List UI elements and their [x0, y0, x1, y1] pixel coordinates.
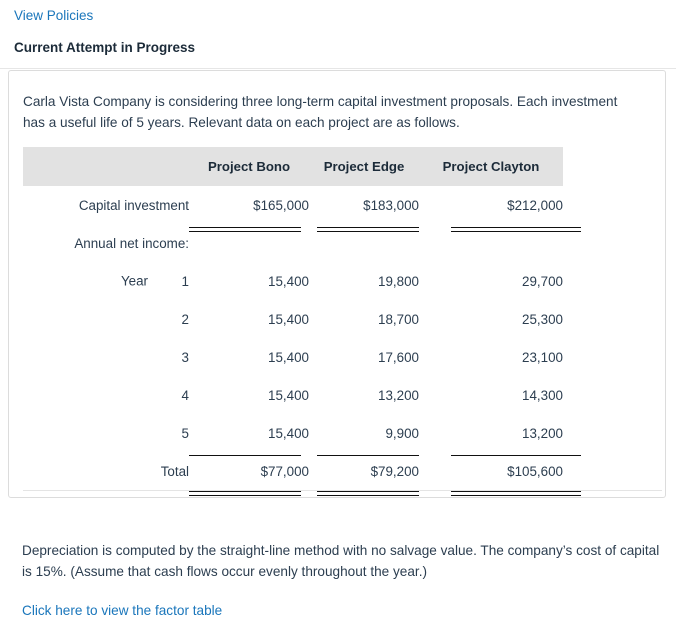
cell-empty-bono [189, 224, 309, 262]
table-row: Year 1 15,400 19,800 29,700 [23, 262, 662, 300]
cell-year4-bono: 15,400 [268, 387, 309, 403]
cell-year5-clayton: 13,200 [522, 425, 563, 441]
table-row: Annual net income: [23, 224, 662, 262]
table-row: 2 15,400 18,700 25,300 [23, 300, 662, 338]
cell-year1-bono: 15,400 [268, 273, 309, 289]
problem-intro-text: Carla Vista Company is considering three… [23, 94, 618, 130]
cell-year1-edge: 19,800 [378, 273, 419, 289]
cell-year2-edge: 18,700 [378, 311, 419, 327]
header-divider [0, 67, 676, 69]
column-header-project-clayton: Project Clayton [419, 147, 563, 186]
table-body: Capital investment $165,000 $183,000 $21… [23, 186, 662, 490]
table-row: 3 15,400 17,600 23,100 [23, 338, 662, 376]
year-number-label: 5 [181, 425, 189, 441]
cell-year4-clayton: 14,300 [522, 387, 563, 403]
cell-year1-clayton: 29,700 [522, 273, 563, 289]
rule-total-bottom-bono [189, 491, 301, 496]
cell-year3-edge: 17,600 [378, 349, 419, 365]
cell-year2-bono: 15,400 [268, 311, 309, 327]
cell-total-clayton: $105,600 [507, 463, 563, 479]
row-label-year-3: 3 [23, 338, 189, 376]
cell-year5-edge: 9,900 [385, 425, 419, 441]
closing-section: Depreciation is computed by the straight… [22, 540, 662, 621]
cell-spacer [563, 338, 662, 376]
cell-year3-clayton: 23,100 [522, 349, 563, 365]
rule-total-bottom-edge [317, 491, 419, 496]
year-word-label: Year [120, 273, 148, 289]
cell-capital-clayton: $212,000 [507, 197, 563, 213]
cell-spacer [563, 224, 662, 262]
current-attempt-heading: Current Attempt in Progress [14, 40, 196, 55]
cell-empty-edge [309, 224, 419, 262]
row-label-capital-investment: Capital investment [78, 197, 189, 213]
table-row: Total $77,000 $79,200 $105,600 [23, 452, 662, 490]
top-bar: View Policies Current Attempt in Progres… [0, 0, 676, 68]
cell-capital-edge: $183,000 [363, 197, 419, 213]
column-header-blank [23, 147, 189, 186]
table-header-row: Project Bono Project Edge Project Clayto… [23, 147, 662, 186]
cell-spacer [563, 186, 662, 224]
page-root: View Policies Current Attempt in Progres… [0, 0, 676, 619]
column-header-project-edge: Project Edge [309, 147, 419, 186]
cell-spacer [563, 414, 662, 452]
cell-total-edge: $79,200 [370, 463, 419, 479]
table-head: Project Bono Project Edge Project Clayto… [23, 147, 662, 186]
question-card: Carla Vista Company is considering three… [8, 70, 666, 498]
column-header-spacer [563, 147, 662, 186]
view-policies-link[interactable]: View Policies [14, 0, 93, 23]
cell-spacer [563, 262, 662, 300]
cell-year5-bono: 15,400 [268, 425, 309, 441]
factor-table-link[interactable]: Click here to view the factor table [22, 600, 662, 621]
year-number-label: 3 [181, 349, 189, 365]
year-number-label: 1 [181, 273, 189, 289]
row-label-year-5: 5 [23, 414, 189, 452]
rule-total-bottom-clayton [451, 491, 581, 496]
cell-year3-bono: 15,400 [268, 349, 309, 365]
financial-data-table-wrapper: Project Bono Project Edge Project Clayto… [23, 147, 662, 496]
cell-capital-bono: $165,000 [253, 197, 309, 213]
depreciation-note-text: Depreciation is computed by the straight… [22, 543, 660, 579]
cell-spacer [563, 452, 662, 490]
row-label-annual-net-income: Annual net income: [74, 235, 189, 251]
row-label-year-4: 4 [23, 376, 189, 414]
table-row: 5 15,400 9,900 13,200 [23, 414, 662, 452]
cell-empty-clayton [419, 224, 563, 262]
row-label-year-2: 2 [23, 300, 189, 338]
cell-year2-clayton: 25,300 [522, 311, 563, 327]
year-number-label: 2 [181, 311, 189, 327]
cell-spacer [563, 376, 662, 414]
cell-year4-edge: 13,200 [378, 387, 419, 403]
year-number-label: 4 [181, 387, 189, 403]
financial-data-table: Project Bono Project Edge Project Clayto… [23, 147, 662, 490]
row-label-total: Total [160, 463, 189, 479]
row-label-year-1: Year 1 [23, 262, 189, 300]
cell-total-bono: $77,000 [260, 463, 309, 479]
table-row: 4 15,400 13,200 14,300 [23, 376, 662, 414]
table-row: Capital investment $165,000 $183,000 $21… [23, 186, 662, 224]
column-header-project-bono: Project Bono [189, 147, 309, 186]
cell-spacer [563, 300, 662, 338]
question-card-body: Carla Vista Company is considering three… [9, 71, 665, 497]
